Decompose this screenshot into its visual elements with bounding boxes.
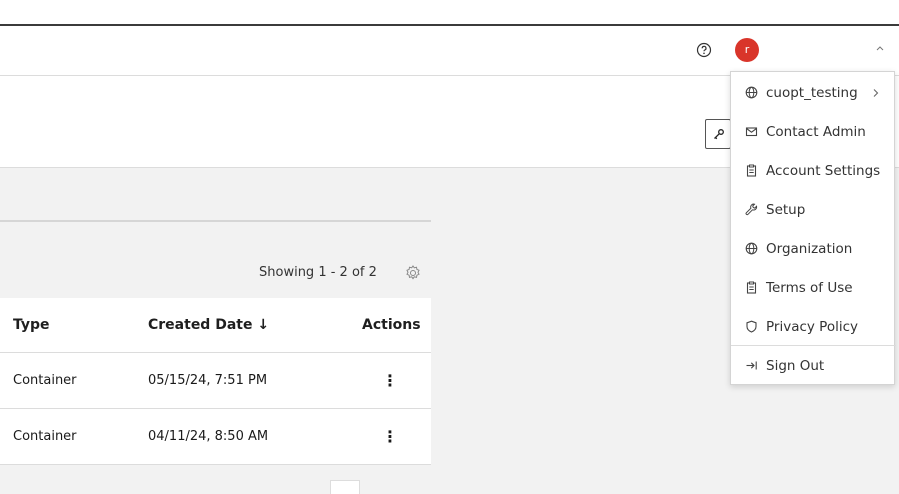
cell-type: Container — [13, 373, 77, 388]
menu-item-label: Privacy Policy — [766, 318, 859, 335]
menu-item-label: Contact Admin — [766, 123, 866, 140]
menu-item-label: Terms of Use — [766, 279, 853, 296]
row-actions-menu-icon[interactable]: ⋮ — [382, 353, 398, 408]
clipboard-icon — [746, 164, 757, 177]
column-header-created-date[interactable]: Created Date ↓ — [148, 298, 269, 352]
table-row: Container 04/11/24, 8:50 AM ⋮ — [0, 409, 431, 465]
menu-item-contact-admin[interactable]: Contact Admin — [731, 112, 896, 151]
data-table: Type Created Date ↓ Actions Container 05… — [0, 298, 431, 465]
app-header — [0, 26, 899, 76]
gear-icon[interactable] — [404, 264, 422, 282]
menu-item-label: cuopt_testing — [766, 84, 858, 101]
menu-item-account-settings[interactable]: Account Settings — [731, 151, 896, 190]
menu-item-sign-out[interactable]: Sign Out — [731, 346, 896, 385]
table-row: Container 05/15/24, 7:51 PM ⋮ — [0, 353, 431, 409]
menu-item-privacy-policy[interactable]: Privacy Policy — [731, 307, 896, 346]
globe-icon — [745, 86, 758, 99]
panel-divider — [0, 220, 431, 222]
column-header-type[interactable]: Type — [13, 298, 50, 352]
row-actions-menu-icon[interactable]: ⋮ — [382, 409, 398, 464]
chevron-up-icon[interactable] — [874, 44, 886, 54]
menu-item-terms-of-use[interactable]: Terms of Use — [731, 268, 896, 307]
cell-type: Container — [13, 429, 77, 444]
pagination-summary: Showing 1 - 2 of 2 — [259, 265, 377, 280]
menu-item-setup[interactable]: Setup — [731, 190, 896, 229]
mail-icon — [745, 127, 758, 137]
top-bar — [0, 0, 899, 24]
menu-item-organization[interactable]: Organization — [731, 229, 896, 268]
user-menu-dropdown: cuopt_testing Contact Admin Account Sett… — [730, 71, 896, 385]
chevron-right-icon — [873, 88, 879, 97]
cell-created-date: 04/11/24, 8:50 AM — [148, 429, 269, 444]
avatar[interactable]: r — [735, 38, 759, 62]
menu-item-org-switcher[interactable]: cuopt_testing — [731, 73, 896, 112]
pagination-control[interactable] — [330, 480, 360, 494]
wrench-icon — [745, 203, 758, 216]
column-header-actions: Actions — [362, 317, 421, 333]
clipboard-icon — [746, 281, 757, 294]
globe-icon — [745, 242, 758, 255]
key-icon — [714, 129, 724, 140]
menu-item-label: Account Settings — [766, 162, 881, 179]
table-header-row: Type Created Date ↓ Actions — [0, 298, 431, 353]
menu-item-label: Sign Out — [766, 357, 825, 374]
shield-icon — [746, 320, 757, 333]
key-button[interactable] — [705, 119, 731, 149]
menu-item-label: Setup — [766, 201, 806, 218]
menu-item-label: Organization — [766, 240, 853, 257]
cell-created-date: 05/15/24, 7:51 PM — [148, 373, 268, 388]
sign-out-icon — [746, 361, 757, 370]
help-icon[interactable] — [696, 42, 712, 58]
